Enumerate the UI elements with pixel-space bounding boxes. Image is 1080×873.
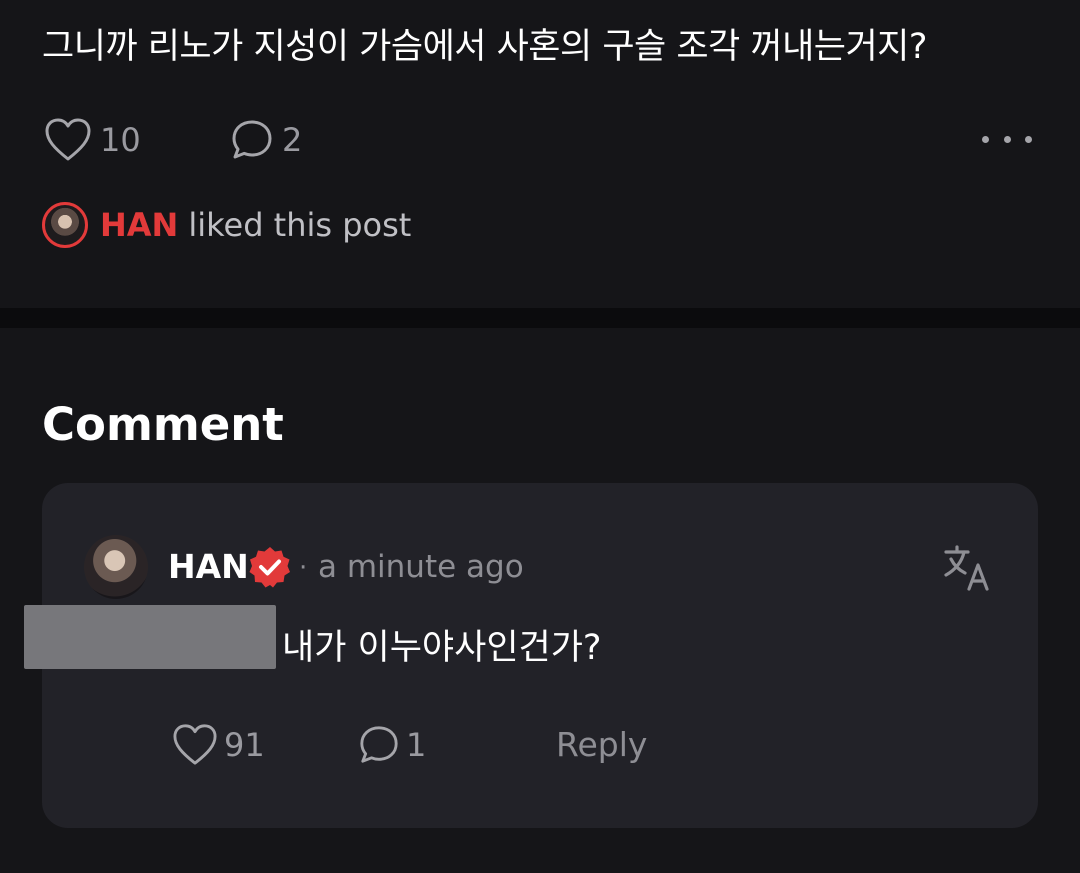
liked-by-avatar [42,202,88,248]
post: 그니까 리노가 지성이 가슴에서 사혼의 구슬 조각 꺼내는거지? 10 2 H… [0,0,1080,308]
liked-by-text: liked this post [188,206,412,244]
verified-badge-icon [249,547,290,588]
post-comment-button[interactable]: 2 [230,116,302,164]
redacted-region [24,605,276,669]
heart-outline-icon [45,118,91,161]
section-divider [0,308,1080,328]
comment-like-button[interactable]: 91 [172,721,265,769]
post-actions: 10 2 [44,116,1044,164]
liked-by-name: HAN [100,206,179,244]
comment-reply-count-button[interactable]: 1 [358,721,426,769]
comment-reply-count: 1 [406,726,427,764]
more-options-button[interactable] [982,124,1032,154]
liked-by-row[interactable]: HAN liked this post [42,200,411,250]
post-like-count: 10 [100,121,141,159]
post-like-button[interactable]: 10 [44,116,141,164]
comment-timestamp: a minute ago [318,549,524,585]
more-dot [1025,135,1032,143]
comment-author-name[interactable]: HAN [168,547,249,586]
chat-bubble-icon [360,726,398,763]
translate-icon[interactable] [942,543,994,595]
comment-actions: 91 1 Reply [172,721,872,773]
comment-heading: Comment [42,398,284,451]
heart-outline-icon [173,724,217,765]
post-comment-count: 2 [282,121,303,159]
post-text: 그니까 리노가 지성이 가슴에서 사혼의 구슬 조각 꺼내는거지? [42,27,927,67]
time-separator: · [299,553,308,583]
more-dot [1003,135,1011,143]
reply-button[interactable]: Reply [556,725,647,764]
comment-like-count: 91 [224,726,265,764]
comment-section: Comment HAN · a minute ago 내가 이누야사인건가? 9… [0,328,1080,873]
comment-author-avatar[interactable] [84,535,148,599]
chat-bubble-icon [232,120,272,159]
more-dot [982,135,989,143]
comment-text: 내가 이누야사인건가? [282,628,602,668]
comment-card: HAN · a minute ago 내가 이누야사인건가? 91 1 Repl… [24,483,1038,828]
